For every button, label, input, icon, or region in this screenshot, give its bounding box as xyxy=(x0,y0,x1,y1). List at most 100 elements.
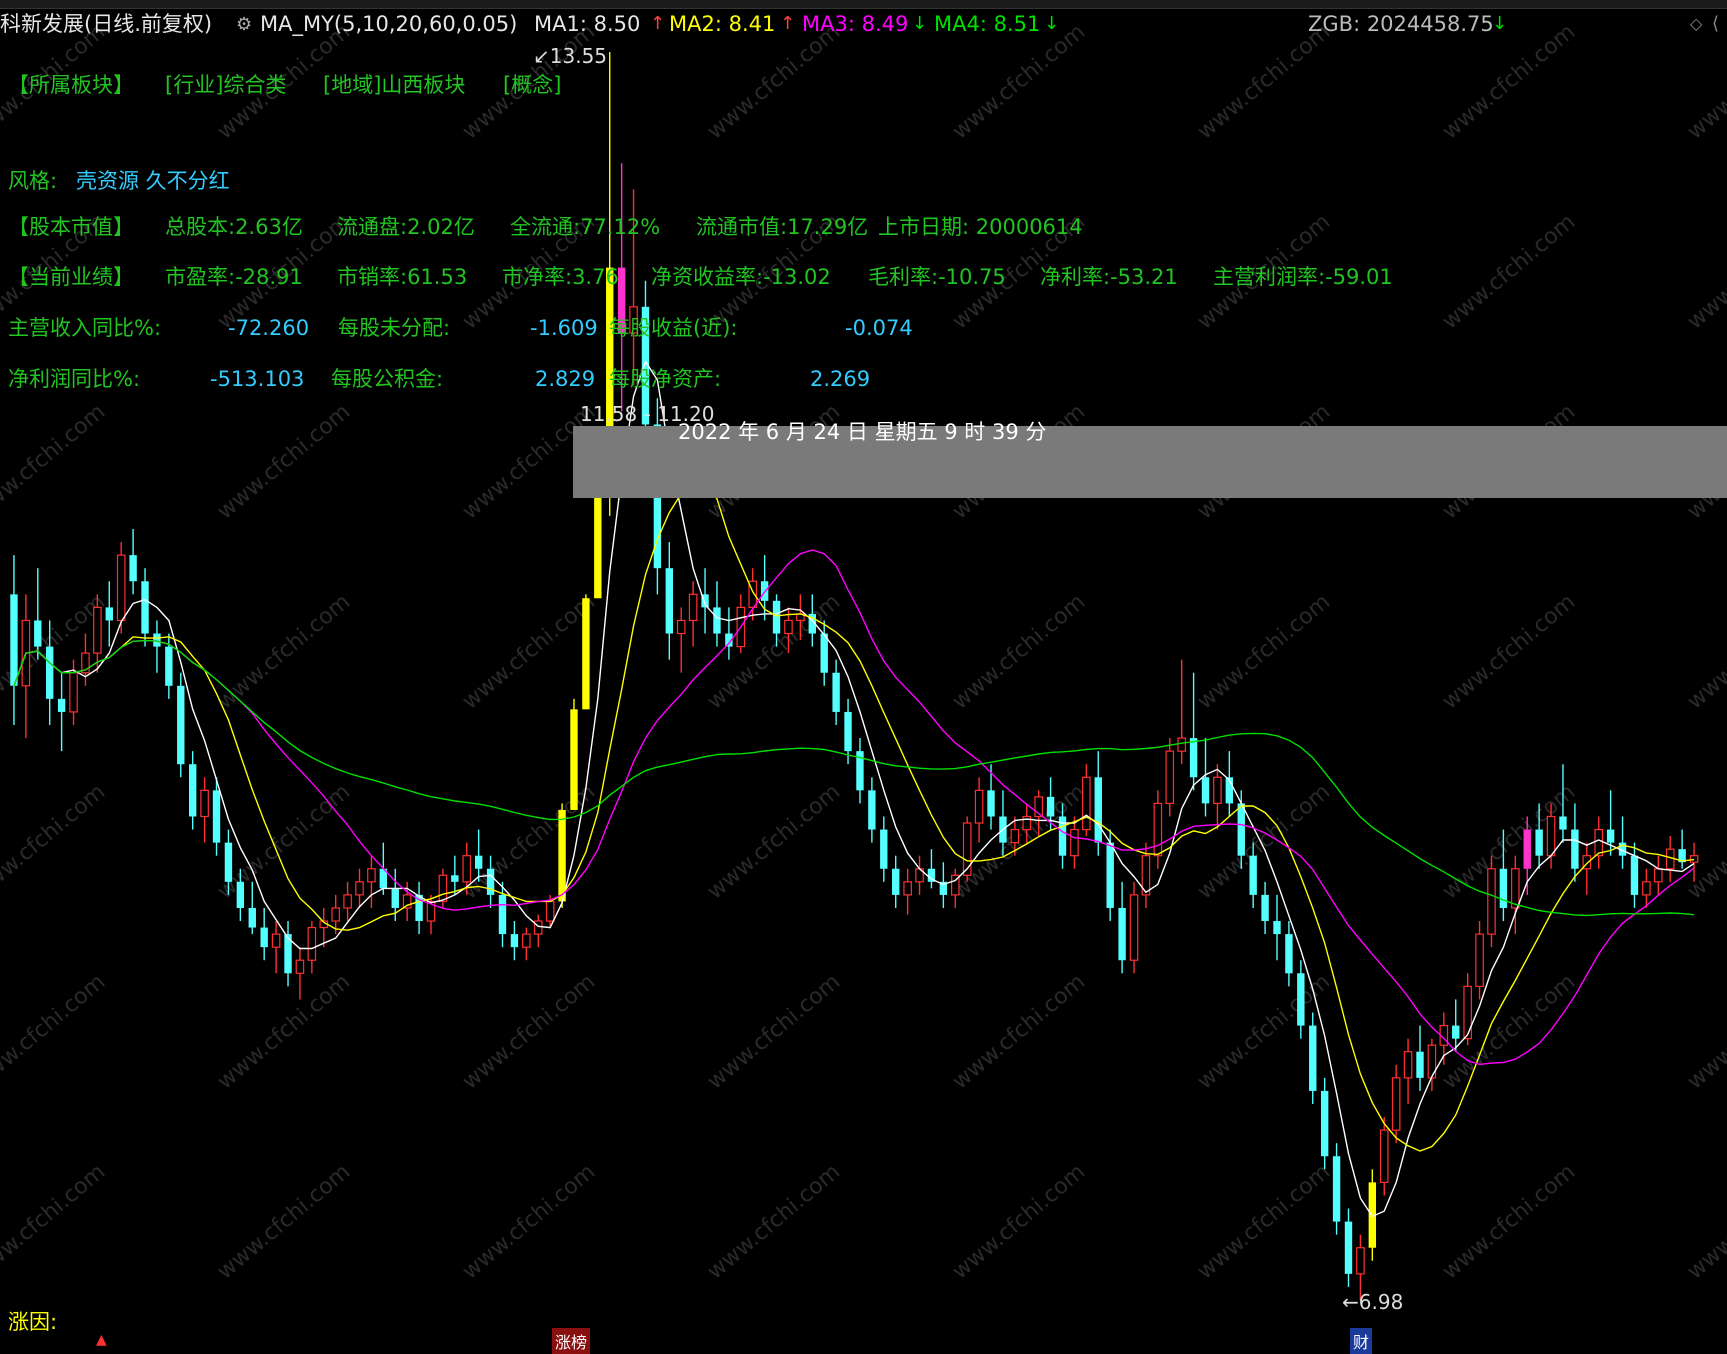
industry-value[interactable]: [行业]综合类 xyxy=(165,71,286,99)
candle-body xyxy=(676,619,686,635)
candle-body xyxy=(224,842,233,882)
candle xyxy=(1261,881,1269,935)
candle xyxy=(725,607,733,660)
candle xyxy=(105,581,113,647)
full-float: 全流通:77.12% xyxy=(510,215,661,239)
candle-body xyxy=(1118,907,1126,961)
candle xyxy=(1094,751,1102,856)
main-profit-margin: 主营利润率:-59.01 xyxy=(1213,265,1393,289)
candle-body xyxy=(987,790,995,817)
candle-body xyxy=(1523,829,1531,869)
candle xyxy=(271,921,281,974)
watermark: www.cfchi.com xyxy=(948,19,1090,144)
candle-body xyxy=(188,764,197,817)
candle-body xyxy=(34,620,42,647)
watermark: www.cfchi.com xyxy=(1683,589,1727,714)
watermark: www.cfchi.com xyxy=(948,589,1090,714)
candle xyxy=(987,764,995,830)
watermark: www.cfchi.com xyxy=(1438,779,1580,904)
candle-body xyxy=(307,926,317,961)
candle xyxy=(522,927,531,961)
candle xyxy=(248,881,256,935)
style-label: 风格: xyxy=(8,169,58,193)
candle-body xyxy=(1237,803,1245,856)
candle-body xyxy=(1546,815,1556,857)
candle-body xyxy=(1416,1051,1424,1078)
zhangbang-marker[interactable]: 涨榜 xyxy=(552,1328,591,1354)
candle-body xyxy=(1309,1025,1317,1091)
candle xyxy=(1189,672,1198,791)
candle xyxy=(438,868,448,908)
region-value[interactable]: [地域]山西板块 xyxy=(323,71,465,99)
candle xyxy=(116,542,126,634)
candle xyxy=(1320,1077,1329,1170)
candle-body xyxy=(1285,934,1293,974)
candle xyxy=(1403,1038,1413,1104)
gross-margin: 毛利率:-10.75 xyxy=(868,265,1006,289)
candle xyxy=(141,568,149,647)
watermark: www.cfchi.com xyxy=(703,1159,845,1284)
watermark: www.cfchi.com xyxy=(0,1159,110,1284)
candle xyxy=(153,620,161,673)
candle xyxy=(1165,738,1175,817)
candle-body xyxy=(1571,829,1579,869)
candle-body xyxy=(1332,1156,1341,1222)
candle xyxy=(820,620,828,686)
candle-body xyxy=(260,927,268,948)
candle xyxy=(1582,842,1592,895)
candle-body xyxy=(772,600,781,634)
arrow-up-icon: ↑ xyxy=(650,13,666,34)
candle-body xyxy=(212,790,221,843)
candle-body xyxy=(462,855,472,883)
candle-body xyxy=(295,959,305,974)
sector-label: 【所属板块】 xyxy=(8,73,134,97)
watermark: www.cfchi.com xyxy=(1438,1159,1580,1284)
watermark: www.cfchi.com xyxy=(1193,19,1335,144)
up-marker-icon[interactable]: ▲ xyxy=(96,1332,107,1348)
expand-icon[interactable]: ⟨ xyxy=(1712,10,1719,38)
candle-body xyxy=(1082,776,1091,831)
watermark: www.cfchi.com xyxy=(213,1159,355,1284)
candle-body xyxy=(1630,855,1639,895)
candle-body xyxy=(498,894,507,935)
candle-body xyxy=(1320,1090,1329,1157)
candle xyxy=(1571,803,1579,882)
candle-body xyxy=(510,934,519,948)
indicator-name[interactable]: MA_MY(5,10,20,60,0.05) xyxy=(260,10,517,38)
rev-yoy-label: 主营收入同比%: xyxy=(8,316,162,340)
candle xyxy=(498,881,507,948)
candle-body xyxy=(1535,829,1543,856)
watermark: www.cfchi.com xyxy=(1438,589,1580,714)
stock-title[interactable]: 科新发展(日线.前复权) xyxy=(0,10,212,38)
candle xyxy=(1678,829,1686,869)
candle-body xyxy=(1165,750,1175,805)
candle xyxy=(1273,894,1281,961)
perf-label: 【当前业绩】 xyxy=(8,265,134,289)
candle-body xyxy=(1356,1247,1365,1275)
kline-chart[interactable]: www.cfchi.com www.cfchi.com www.cfchi.com w… xyxy=(0,0,1727,1348)
candle-body xyxy=(1153,802,1163,857)
candle-body xyxy=(1273,921,1281,935)
watermark: www.cfchi.com xyxy=(213,779,355,904)
candle-body xyxy=(688,593,698,622)
watermark: www.cfchi.com xyxy=(703,19,845,144)
candle-body xyxy=(343,894,352,909)
candle-body xyxy=(93,606,102,654)
candle xyxy=(367,855,376,908)
candle-body xyxy=(784,619,793,635)
candle xyxy=(832,659,840,726)
settings-icon[interactable]: ⚙ xyxy=(236,11,252,39)
diamond-icon[interactable]: ◇ xyxy=(1690,10,1702,38)
zhangyin-label: 涨因: xyxy=(8,1310,58,1334)
candle-body xyxy=(1344,1221,1353,1274)
candle-body xyxy=(129,555,137,582)
candle-body xyxy=(367,868,376,883)
candle xyxy=(1642,868,1651,908)
candle xyxy=(1344,1208,1353,1287)
watermark: www.cfchi.com xyxy=(0,399,110,524)
float-market-value: 流通市值:17.29亿 xyxy=(696,215,869,239)
candle-body xyxy=(1475,933,1484,987)
cai-marker[interactable]: 财 xyxy=(1350,1328,1373,1354)
watermark: www.cfchi.com xyxy=(213,399,355,524)
concept-value[interactable]: [概念] xyxy=(503,71,561,99)
